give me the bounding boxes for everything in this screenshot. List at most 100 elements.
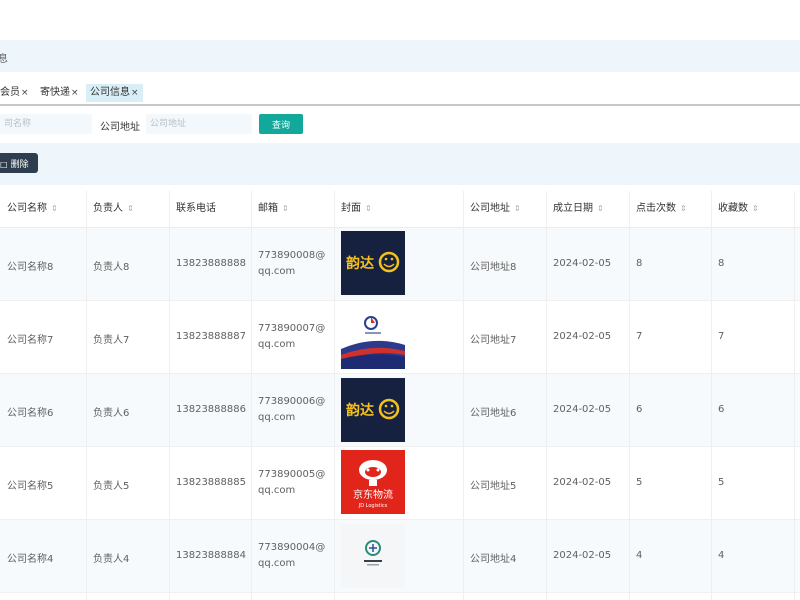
cell-company-name: 公司名称8: [7, 262, 54, 273]
company-table: 公司名称 ⇕ 负责人 ⇕ 联系电话 邮箱 ⇕ 封面 ⇕ 公司地址 ⇕ 成立日期 ⇕ 点击次数…: [0, 191, 800, 600]
table-row[interactable]: 公司名称7 负责人7 13823888887 773890007@qq.com …: [0, 301, 800, 374]
col-header-manager[interactable]: 负责人 ⇕: [93, 191, 134, 227]
close-icon[interactable]: ×: [71, 88, 79, 98]
table-row[interactable]: 公司名称6 负责人6 13823888886 773890006@qq.com …: [0, 374, 800, 447]
table-row[interactable]: 公司名称5 负责人5 13823888885 773890005@qq.com …: [0, 447, 800, 520]
cell-favorites: 7: [718, 331, 725, 342]
cell-founded-date: 2024-02-05: [553, 331, 612, 342]
cell-company-name: 公司名称5: [7, 481, 54, 492]
cell-phone: 13823888888: [176, 258, 246, 269]
cell-email: 773890008@qq.com: [258, 250, 326, 277]
tab-label: 会员: [0, 87, 20, 98]
col-header-phone: 联系电话: [176, 203, 216, 214]
svg-text:JD Logistics: JD Logistics: [358, 503, 388, 509]
tab-member[interactable]: 会员×: [0, 84, 33, 102]
column-divider: [251, 191, 252, 600]
cell-favorites: 5: [718, 477, 725, 488]
cell-company-name: 公司名称4: [7, 554, 54, 565]
col-header-favorites[interactable]: 收藏数 ⇕: [718, 191, 759, 227]
svg-text:韵达: 韵达: [346, 255, 374, 272]
company-name-input[interactable]: [0, 114, 92, 134]
cell-clicks: 6: [636, 404, 643, 415]
cell-phone: 13823888885: [176, 477, 246, 488]
column-divider: [334, 191, 335, 600]
table-row[interactable]: 公司名称4 负责人4 13823888884 773890004@qq.com …: [0, 520, 800, 593]
column-divider: [463, 191, 464, 600]
tabs-bar: 会员× 寄快递× 公司信息×: [0, 80, 800, 106]
cell-phone: 13823888886: [176, 404, 246, 415]
cell-address: 公司地址4: [470, 554, 517, 565]
trash-icon: □: [0, 159, 8, 169]
column-divider: [629, 191, 630, 600]
cell-founded-date: 2024-02-05: [553, 258, 612, 269]
tab-company-info[interactable]: 公司信息×: [86, 84, 143, 102]
cover-image-logistics: [341, 305, 405, 369]
cover-image-logistics-small: [341, 524, 405, 588]
toolbar: □ 删除: [0, 143, 800, 185]
cell-company-name: 公司名称6: [7, 408, 54, 419]
breadcrumb-text: 息: [0, 54, 8, 65]
column-divider: [794, 191, 795, 600]
breadcrumb: 息: [0, 40, 800, 72]
svg-text:韵达: 韵达: [346, 402, 374, 419]
cell-address: 公司地址8: [470, 262, 517, 273]
cell-manager: 负责人5: [93, 481, 130, 492]
cell-email: 773890006@qq.com: [258, 396, 326, 423]
cell-email: 773890005@qq.com: [258, 469, 326, 496]
cell-address: 公司地址7: [470, 335, 517, 346]
delete-button[interactable]: □ 删除: [0, 153, 38, 173]
delete-label: 删除: [10, 159, 29, 170]
sort-icon[interactable]: ⇕: [752, 204, 759, 213]
sort-icon[interactable]: ⇕: [365, 204, 372, 213]
close-icon[interactable]: ×: [131, 88, 139, 98]
tab-label: 寄快递: [40, 87, 70, 98]
cell-company-name: 公司名称7: [7, 335, 54, 346]
col-header-email[interactable]: 邮箱 ⇕: [258, 191, 289, 227]
query-button[interactable]: 查询: [259, 114, 303, 134]
sort-icon[interactable]: ⇕: [127, 204, 134, 213]
cell-favorites: 4: [718, 550, 725, 561]
cover-image-jd-logistics: 京东物流 JD Logistics: [341, 450, 405, 514]
cell-manager: 负责人8: [93, 262, 130, 273]
cell-favorites: 6: [718, 404, 725, 415]
cell-clicks: 5: [636, 477, 643, 488]
cover-image-yunda: 韵达: [341, 231, 405, 295]
cell-manager: 负责人6: [93, 408, 130, 419]
company-address-input[interactable]: [146, 114, 252, 134]
sort-icon[interactable]: ⇕: [597, 204, 604, 213]
col-header-address[interactable]: 公司地址 ⇕: [470, 191, 521, 227]
cell-favorites: 8: [718, 258, 725, 269]
col-header-cover[interactable]: 封面 ⇕: [341, 191, 372, 227]
sort-icon[interactable]: ⇕: [51, 204, 58, 213]
cell-email: 773890004@qq.com: [258, 542, 326, 569]
search-form: 公司地址 查询: [0, 112, 800, 138]
close-icon[interactable]: ×: [21, 88, 29, 98]
cell-founded-date: 2024-02-05: [553, 550, 612, 561]
cell-phone: 13823888884: [176, 550, 246, 561]
column-divider: [86, 191, 87, 600]
col-header-founded-date[interactable]: 成立日期 ⇕: [553, 191, 604, 227]
table-header: 公司名称 ⇕ 负责人 ⇕ 联系电话 邮箱 ⇕ 封面 ⇕ 公司地址 ⇕ 成立日期 ⇕ 点击次数…: [0, 191, 800, 228]
tab-label: 公司信息: [90, 87, 130, 98]
address-label: 公司地址: [100, 122, 140, 133]
sort-icon[interactable]: ⇕: [680, 204, 687, 213]
col-header-clicks[interactable]: 点击次数 ⇕: [636, 191, 687, 227]
cell-clicks: 7: [636, 331, 643, 342]
sort-icon[interactable]: ⇕: [514, 204, 521, 213]
table-row[interactable]: 公司名称8 负责人8 13823888888 773890008@qq.com …: [0, 228, 800, 301]
cell-clicks: 4: [636, 550, 643, 561]
cell-manager: 负责人4: [93, 554, 130, 565]
column-divider: [169, 191, 170, 600]
cell-address: 公司地址5: [470, 481, 517, 492]
svg-text:京东物流: 京东物流: [353, 488, 393, 501]
cell-clicks: 8: [636, 258, 643, 269]
column-divider: [711, 191, 712, 600]
sort-icon[interactable]: ⇕: [282, 204, 289, 213]
col-header-company-name[interactable]: 公司名称 ⇕: [7, 191, 58, 227]
column-divider: [546, 191, 547, 600]
tab-send-express[interactable]: 寄快递×: [36, 84, 83, 102]
cell-address: 公司地址6: [470, 408, 517, 419]
cell-founded-date: 2024-02-05: [553, 404, 612, 415]
cover-image-yunda: 韵达: [341, 378, 405, 442]
top-bar: [0, 0, 800, 40]
